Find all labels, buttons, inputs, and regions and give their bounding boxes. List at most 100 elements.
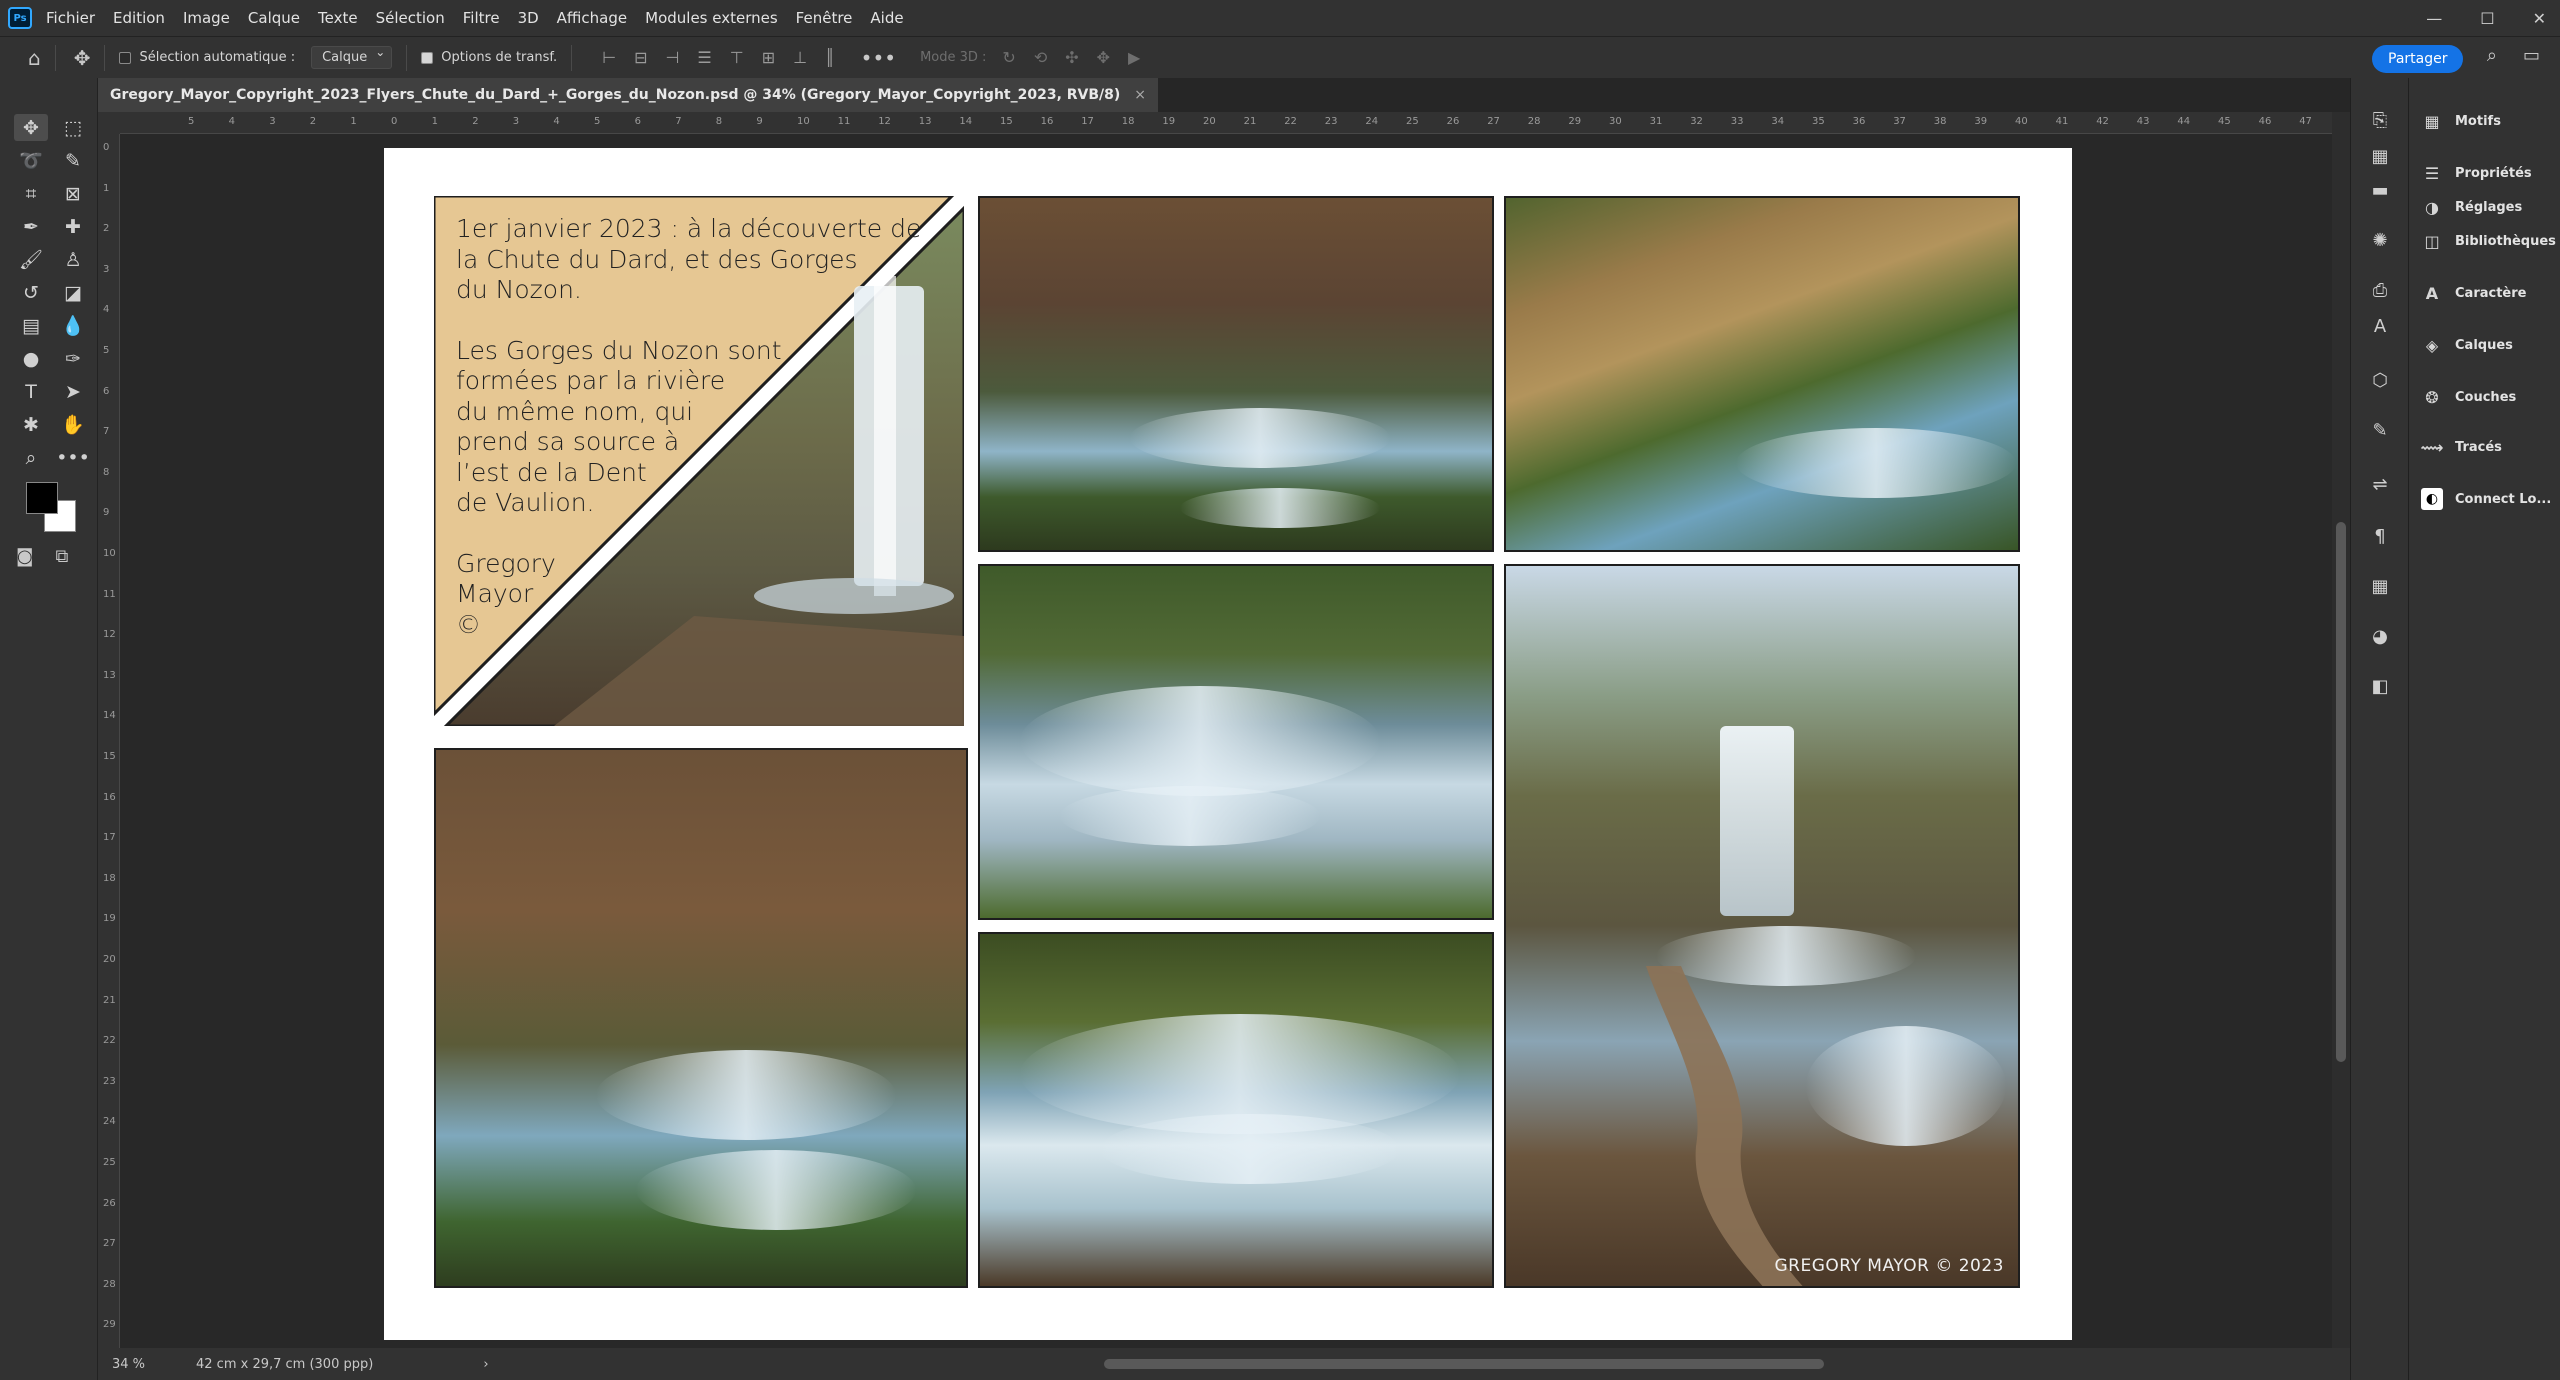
menu-aide[interactable]: Aide	[870, 9, 903, 27]
search-icon[interactable]: ⌕	[2487, 45, 2497, 66]
panel-connect[interactable]: ◐ Connect Lo...	[2421, 484, 2551, 514]
panel-bibliotheques[interactable]: ◫ Bibliothèques	[2421, 226, 2555, 256]
horizontal-ruler[interactable]: 5 4 3 2 1 0 1 2 3 4 5 6 7 8 9 10 11 12 13 14 15 16 17 18 19 20 21 2…	[120, 112, 2332, 134]
eyedropper-tool-icon[interactable]: ✒	[14, 213, 48, 240]
pen-tool-icon[interactable]: ✑	[56, 345, 90, 372]
swatches-panel-icon[interactable]: ◕	[2368, 624, 2392, 648]
path-selection-tool-icon[interactable]: ➤	[56, 378, 90, 405]
3d-panel-icon[interactable]: ⬡	[2368, 368, 2392, 392]
marquee-tool-icon[interactable]: ⬚	[56, 114, 90, 141]
orbit-3d-icon[interactable]: ↻	[1002, 48, 1015, 67]
panel-proprietes[interactable]: ☰ Propriétés	[2421, 158, 2532, 188]
menu-fenetre[interactable]: Fenêtre	[796, 9, 853, 27]
hand-tool-icon[interactable]: ✋	[56, 411, 90, 438]
brush-tool-icon[interactable]: 🖌	[14, 246, 48, 273]
panel-motifs[interactable]: ▦ Motifs	[2421, 106, 2501, 136]
brushes-panel-icon[interactable]: ✎	[2368, 418, 2392, 442]
share-button[interactable]: Partager	[2372, 45, 2464, 73]
vertical-scroll-thumb[interactable]	[2336, 522, 2346, 1062]
crop-tool-icon[interactable]: ⌗	[14, 180, 48, 207]
transform-controls-checkbox[interactable]: Options de transf.	[421, 50, 557, 65]
actions-panel-icon[interactable]: ▦	[2368, 144, 2392, 168]
maximize-icon[interactable]: ☐	[2480, 9, 2494, 28]
shape-tool-icon[interactable]: ✱	[14, 411, 48, 438]
distribute-icon[interactable]: ☰	[697, 48, 711, 67]
auto-select-box[interactable]	[119, 51, 132, 64]
dodge-tool-icon[interactable]: ●	[14, 345, 48, 372]
close-tab-icon[interactable]: ×	[1134, 87, 1146, 103]
panel-couches[interactable]: ❂ Couches	[2421, 382, 2516, 412]
menu-selection[interactable]: Sélection	[376, 9, 445, 27]
quick-selection-tool-icon[interactable]: ✎	[56, 147, 90, 174]
menu-texte[interactable]: Texte	[318, 9, 358, 27]
gradient-tool-icon[interactable]: ▤	[14, 312, 48, 339]
menu-filtre[interactable]: Filtre	[463, 9, 500, 27]
foreground-color-swatch[interactable]	[26, 482, 58, 514]
menu-affichage[interactable]: Affichage	[557, 9, 627, 27]
panel-traces[interactable]: ⟿ Tracés	[2421, 432, 2502, 462]
home-icon[interactable]: ⌂	[28, 46, 41, 70]
vertical-scrollbar[interactable]	[2332, 112, 2350, 1348]
photo-chute-du-dard[interactable]: GREGORY MAYOR © 2023	[1504, 564, 2020, 1288]
gradients-panel-icon[interactable]: ◧	[2368, 674, 2392, 698]
quick-mask-icon[interactable]: ◙	[16, 546, 33, 567]
blur-tool-icon[interactable]: 💧	[56, 312, 90, 339]
type-tool-icon[interactable]: T	[14, 378, 48, 405]
photo-forest-stream-1[interactable]	[978, 196, 1494, 552]
menu-3d[interactable]: 3D	[518, 9, 539, 27]
auto-select-target-dropdown[interactable]: Calque	[311, 45, 393, 69]
align-center-h-icon[interactable]: ⊟	[634, 48, 647, 67]
screen-mode-icon[interactable]: ⧉	[55, 546, 68, 567]
photo-river-rapids-2[interactable]	[978, 932, 1494, 1288]
more-options-icon[interactable]: •••	[861, 46, 896, 70]
adjustments-panel-icon[interactable]: ⇌	[2368, 472, 2392, 496]
paragraph-panel-icon[interactable]: ¶	[2368, 524, 2392, 548]
horizontal-scroll-thumb[interactable]	[1104, 1359, 1824, 1369]
photo-forest-stream-2[interactable]	[1504, 196, 2020, 552]
align-top-icon[interactable]: ⊤	[730, 48, 744, 67]
edit-toolbar-icon[interactable]: •••	[56, 444, 90, 471]
menu-modules-externes[interactable]: Modules externes	[645, 9, 778, 27]
zoom-tool-icon[interactable]: ⌕	[14, 444, 48, 471]
align-right-icon[interactable]: ⊣	[665, 48, 679, 67]
healing-brush-tool-icon[interactable]: ✚	[56, 213, 90, 240]
camera-3d-icon[interactable]: ▶	[1128, 48, 1140, 67]
align-left-icon[interactable]: ⊢	[602, 48, 616, 67]
auto-select-checkbox[interactable]: Sélection automatique :	[119, 50, 295, 65]
flyer-artboard[interactable]: 1er janvier 2023 : à la découverte de la…	[384, 148, 2072, 1340]
distribute-v-icon[interactable]: ║	[825, 48, 835, 67]
menu-image[interactable]: Image	[183, 9, 230, 27]
clone-stamp-tool-icon[interactable]: ♙	[56, 246, 90, 273]
move-tool-icon[interactable]: ✥	[14, 114, 48, 141]
move-tool-preset-icon[interactable]: ✥	[74, 46, 91, 70]
panel-calques[interactable]: ◈ Calques	[2421, 330, 2513, 360]
comments-panel-icon[interactable]: ▬	[2368, 178, 2392, 202]
menu-edition[interactable]: Edition	[113, 9, 165, 27]
vertical-ruler[interactable]: 0 1 2 3 4 5 6 7 8 9 10 11 12 13 14 15 16 17 18 19 20 21 22 23 24…	[98, 134, 120, 1348]
table-panel-icon[interactable]: ▦	[2368, 574, 2392, 598]
lasso-tool-icon[interactable]: ➰	[14, 147, 48, 174]
canvas-area[interactable]: 1er janvier 2023 : à la découverte de la…	[120, 134, 2332, 1348]
menu-fichier[interactable]: Fichier	[46, 9, 95, 27]
frame-tool-icon[interactable]: ⊠	[56, 180, 90, 207]
settings-panel-icon[interactable]: ✺	[2368, 228, 2392, 252]
pan-3d-icon[interactable]: ✣	[1065, 48, 1078, 67]
eraser-tool-icon[interactable]: ◪	[56, 279, 90, 306]
workspace-icon[interactable]: ▭	[2523, 45, 2540, 66]
history-brush-tool-icon[interactable]: ↺	[14, 279, 48, 306]
align-middle-v-icon[interactable]: ⊞	[762, 48, 775, 67]
align-bottom-icon[interactable]: ⊥	[793, 48, 807, 67]
minimize-icon[interactable]: —	[2426, 9, 2442, 28]
slide-3d-icon[interactable]: ✥	[1097, 48, 1110, 67]
document-tab[interactable]: Gregory_Mayor_Copyright_2023_Flyers_Chut…	[98, 78, 1159, 112]
menu-calque[interactable]: Calque	[248, 9, 300, 27]
text-waterfall-tile[interactable]: 1er janvier 2023 : à la découverte de la…	[434, 196, 964, 726]
glyphs-panel-icon[interactable]: A	[2368, 314, 2392, 338]
panel-caractere[interactable]: A Caractère	[2421, 278, 2527, 308]
zoom-level[interactable]: 34 %	[112, 1357, 172, 1372]
close-icon[interactable]: ✕	[2533, 9, 2546, 28]
brush-settings-icon[interactable]: ⎙	[2368, 278, 2392, 302]
history-panel-icon[interactable]: ⎘	[2368, 108, 2392, 132]
photo-river-rapids-1[interactable]	[978, 564, 1494, 920]
photoshop-logo-icon[interactable]: Ps	[8, 7, 32, 29]
